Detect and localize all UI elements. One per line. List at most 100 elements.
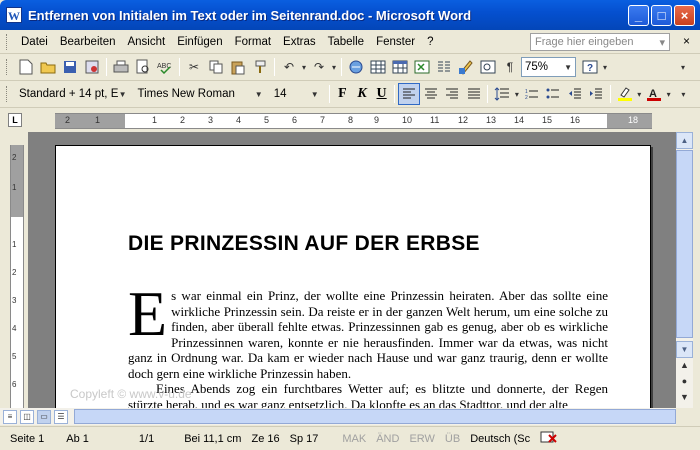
menu-ansicht[interactable]: Ansicht bbox=[121, 34, 171, 50]
spelling-status-icon[interactable] bbox=[540, 430, 558, 447]
menu-datei[interactable]: Datei bbox=[15, 34, 54, 50]
status-macro-record[interactable]: MAK bbox=[342, 433, 366, 445]
copy-icon[interactable] bbox=[205, 56, 227, 78]
menu-einfuegen[interactable]: Einfügen bbox=[171, 34, 228, 50]
menu-extras[interactable]: Extras bbox=[277, 34, 322, 50]
paste-icon[interactable] bbox=[227, 56, 249, 78]
insert-excel-icon[interactable] bbox=[411, 56, 433, 78]
toolbar-options-icon[interactable]: ▾ bbox=[672, 56, 694, 78]
status-line: Ze 16 bbox=[251, 432, 280, 445]
font-select[interactable]: Times New Roman ▼ bbox=[134, 84, 267, 104]
align-center-icon[interactable] bbox=[420, 83, 442, 105]
tab-selector[interactable]: L bbox=[8, 113, 22, 127]
menu-fenster[interactable]: Fenster bbox=[370, 34, 421, 50]
chevron-down-icon[interactable]: ▼ bbox=[564, 63, 572, 72]
menu-bearbeiten[interactable]: Bearbeiten bbox=[54, 34, 122, 50]
previous-page-icon[interactable]: ▲ bbox=[676, 360, 693, 370]
document-page[interactable]: DIE PRINZESSIN AUF DER ERBSE Es war einm… bbox=[55, 145, 651, 408]
save-icon[interactable] bbox=[59, 56, 81, 78]
align-left-icon[interactable] bbox=[398, 83, 420, 105]
menu-help[interactable]: ? bbox=[421, 34, 439, 50]
svg-text:2: 2 bbox=[525, 95, 528, 101]
toolbar-grip[interactable] bbox=[6, 59, 9, 75]
help-search-input[interactable]: Frage hier eingeben ▾ bbox=[530, 33, 670, 51]
close-button[interactable]: × bbox=[674, 4, 695, 26]
status-overtype[interactable]: ÜB bbox=[445, 433, 460, 445]
scroll-down-button[interactable]: ▼ bbox=[676, 341, 693, 358]
status-language[interactable]: Deutsch (Sc bbox=[470, 433, 530, 445]
cut-icon[interactable]: ✂ bbox=[183, 56, 205, 78]
permission-icon[interactable] bbox=[81, 56, 103, 78]
maximize-button[interactable]: □ bbox=[651, 4, 672, 26]
help-icon[interactable]: ? bbox=[579, 56, 601, 78]
chevron-down-icon[interactable]: ▾ bbox=[665, 83, 673, 105]
ruler-tick: 5 bbox=[264, 115, 270, 125]
browse-object-icon[interactable]: ● bbox=[676, 376, 693, 386]
web-layout-icon[interactable]: ◫ bbox=[20, 409, 34, 424]
decrease-indent-icon[interactable] bbox=[564, 83, 586, 105]
redo-icon[interactable]: ↷ bbox=[308, 56, 330, 78]
normal-view-icon[interactable]: ≡ bbox=[3, 409, 17, 424]
status-extend[interactable]: ERW bbox=[409, 433, 434, 445]
spelling-icon[interactable]: ABC bbox=[154, 56, 176, 78]
undo-icon[interactable]: ↶ bbox=[278, 56, 300, 78]
status-column: Sp 17 bbox=[289, 432, 319, 445]
chevron-down-icon[interactable]: ▼ bbox=[119, 90, 127, 99]
bold-button[interactable]: F bbox=[333, 84, 353, 104]
status-track-changes[interactable]: ÄND bbox=[376, 433, 399, 445]
font-color-icon[interactable]: A bbox=[643, 83, 665, 105]
print-layout-icon[interactable]: ▭ bbox=[37, 409, 51, 424]
align-right-icon[interactable] bbox=[441, 83, 463, 105]
insert-table-icon[interactable] bbox=[389, 56, 411, 78]
highlight-icon[interactable] bbox=[614, 83, 636, 105]
bullets-icon[interactable] bbox=[542, 83, 564, 105]
drawing-icon[interactable] bbox=[455, 56, 477, 78]
numbering-icon[interactable]: 12 bbox=[521, 83, 543, 105]
scroll-thumb[interactable] bbox=[74, 409, 676, 424]
menu-tabelle[interactable]: Tabelle bbox=[322, 34, 370, 50]
document-map-icon[interactable] bbox=[477, 56, 499, 78]
print-icon[interactable] bbox=[110, 56, 132, 78]
chevron-down-icon[interactable]: ▾ bbox=[601, 56, 609, 78]
pilcrow-icon[interactable]: ¶ bbox=[499, 56, 521, 78]
columns-icon[interactable] bbox=[433, 56, 455, 78]
open-folder-icon[interactable] bbox=[37, 56, 59, 78]
italic-button[interactable]: K bbox=[352, 84, 372, 104]
new-document-icon[interactable] bbox=[15, 56, 37, 78]
chevron-down-icon[interactable]: ▾ bbox=[330, 56, 338, 78]
chevron-down-icon[interactable]: ▼ bbox=[255, 90, 263, 99]
chevron-down-icon[interactable]: ▾ bbox=[300, 56, 308, 78]
justify-icon[interactable] bbox=[463, 83, 485, 105]
outline-view-icon[interactable]: ☰ bbox=[54, 409, 68, 424]
vertical-scrollbar[interactable]: ▲ ▼ ▲ ● ▼ bbox=[676, 132, 693, 408]
style-select[interactable]: Standard + 14 pt, E ▼ bbox=[15, 84, 131, 104]
document-close-button[interactable]: × bbox=[683, 34, 690, 48]
horizontal-scrollbar[interactable]: ≡ ◫ ▭ ☰ bbox=[0, 408, 676, 425]
toolbar-options-icon[interactable]: ▾ bbox=[673, 83, 695, 105]
underline-button[interactable]: U bbox=[372, 84, 392, 104]
print-preview-icon[interactable] bbox=[132, 56, 154, 78]
scroll-thumb[interactable] bbox=[676, 150, 693, 338]
chevron-down-icon[interactable]: ▾ bbox=[513, 83, 521, 105]
toolbar-grip[interactable] bbox=[6, 33, 9, 50]
minimize-button[interactable]: _ bbox=[628, 4, 649, 26]
scroll-up-button[interactable]: ▲ bbox=[676, 132, 693, 149]
word-app-icon[interactable]: W bbox=[6, 7, 22, 23]
line-spacing-icon[interactable] bbox=[491, 83, 513, 105]
format-painter-icon[interactable] bbox=[249, 56, 271, 78]
chevron-down-icon[interactable]: ▼ bbox=[311, 90, 319, 99]
font-size-select[interactable]: 14 ▼ bbox=[270, 84, 323, 104]
hyperlink-icon[interactable] bbox=[345, 56, 367, 78]
menu-format[interactable]: Format bbox=[229, 34, 277, 50]
increase-indent-icon[interactable] bbox=[585, 83, 607, 105]
document-body[interactable]: Es war einmal ein Prinz, der wollte eine… bbox=[128, 282, 608, 409]
chevron-down-icon[interactable]: ▾ bbox=[659, 36, 665, 49]
ruler-tick: 5 bbox=[12, 352, 17, 361]
next-page-icon[interactable]: ▼ bbox=[676, 392, 693, 402]
chevron-down-icon[interactable]: ▾ bbox=[635, 83, 643, 105]
vertical-ruler[interactable]: 2 1 1 2 3 4 5 6 bbox=[10, 145, 24, 410]
toolbar-grip[interactable] bbox=[6, 86, 9, 102]
zoom-select[interactable]: 75% ▼ bbox=[521, 57, 576, 77]
horizontal-ruler[interactable]: 2 1 1 2 3 4 5 6 7 8 9 10 11 12 13 14 15 … bbox=[55, 113, 652, 129]
tables-borders-icon[interactable] bbox=[367, 56, 389, 78]
